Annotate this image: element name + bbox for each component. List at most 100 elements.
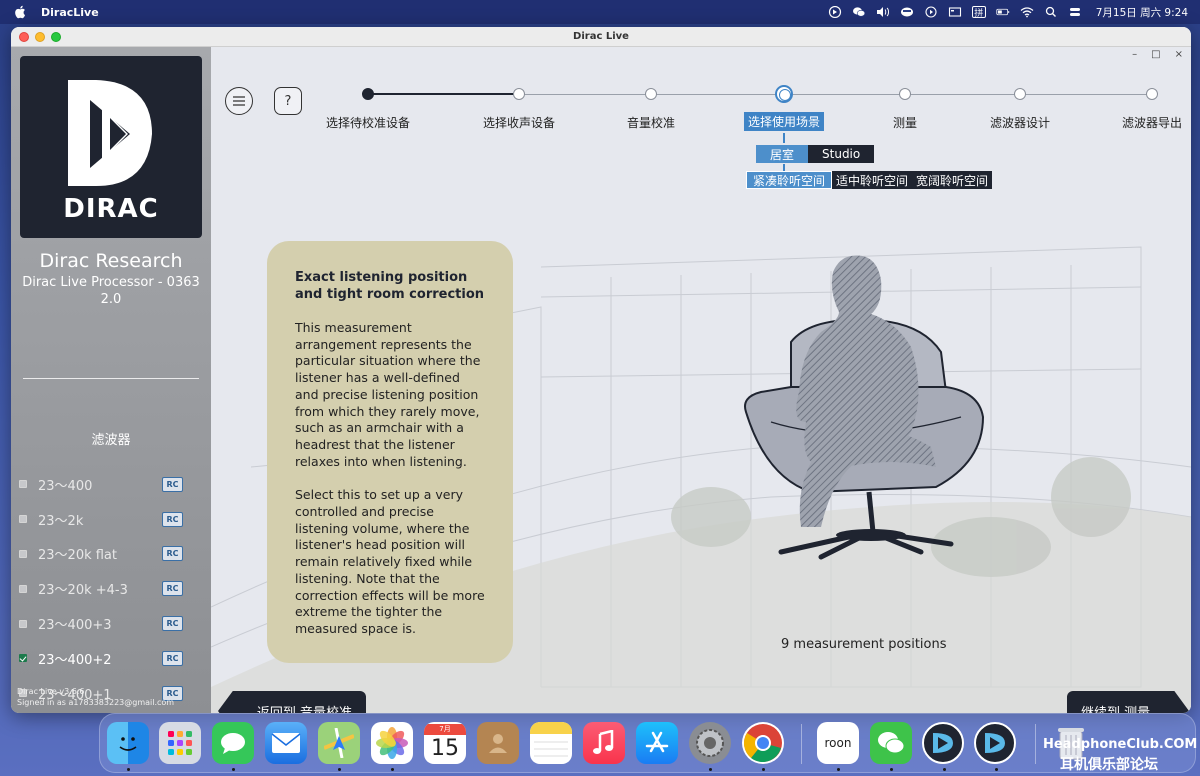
filter-item[interactable]: 23～20k flat RC <box>11 537 211 572</box>
sidebar: DIRAC Dirac Research Dirac Live Processo… <box>11 47 211 713</box>
wifi-icon[interactable] <box>1020 6 1034 18</box>
step-indicator[interactable] <box>1014 88 1026 100</box>
filter-checkbox[interactable] <box>19 654 27 663</box>
photos-icon[interactable] <box>371 722 413 764</box>
step-label[interactable]: 选择收声设备 <box>483 114 555 131</box>
stepper-progress <box>368 93 519 95</box>
step-indicator[interactable] <box>775 85 793 103</box>
running-indicator <box>338 768 341 771</box>
running-indicator <box>837 768 840 771</box>
battery-icon[interactable] <box>996 6 1010 18</box>
roon-icon[interactable]: roon <box>817 722 859 764</box>
menu-button[interactable] <box>225 87 253 115</box>
system-settings-icon[interactable] <box>689 722 731 764</box>
zoom-window-button[interactable] <box>51 32 61 42</box>
maximize-icon[interactable]: □ <box>1151 49 1160 60</box>
dirac-icon[interactable] <box>922 722 964 764</box>
finder-icon[interactable] <box>107 722 149 764</box>
step-indicator[interactable] <box>362 88 374 100</box>
messages-icon[interactable] <box>212 722 254 764</box>
option-studio[interactable]: Studio <box>808 145 875 163</box>
next-button[interactable]: 继续到 测量 <box>1067 691 1189 713</box>
filter-checkbox[interactable] <box>19 480 27 489</box>
running-indicator <box>391 768 394 771</box>
play-icon[interactable] <box>924 6 938 18</box>
scene-connector <box>783 133 785 143</box>
running-indicator <box>127 768 130 771</box>
filter-item[interactable]: 23～400+2 RC <box>11 641 211 676</box>
wechat-menu-icon[interactable] <box>852 6 866 18</box>
filter-name[interactable]: 23～400+3 <box>38 614 112 633</box>
minimize-window-button[interactable] <box>35 32 45 42</box>
filter-list: 23～400 RC 23～2k RC 23～20k flat RC 23～20k +4-3 R… <box>11 467 211 711</box>
dirac-menu-icon[interactable] <box>828 6 842 18</box>
step-label[interactable]: 选择待校准设备 <box>326 114 410 131</box>
cloud-icon[interactable] <box>900 6 914 18</box>
date-time[interactable]: 7月15日 周六 9:24 <box>1096 5 1188 20</box>
watermark-forum: 耳机俱乐部论坛 <box>1060 757 1158 773</box>
apple-icon[interactable] <box>13 5 27 19</box>
filter-checkbox[interactable] <box>19 619 27 628</box>
step-label[interactable]: 音量校准 <box>627 114 675 131</box>
search-icon[interactable] <box>1044 6 1058 18</box>
option-home[interactable]: 居室 <box>756 145 809 163</box>
back-button[interactable]: 返回到 音量校准 <box>218 691 366 713</box>
filter-item[interactable]: 23～400 RC <box>11 467 211 502</box>
step-label[interactable]: 选择使用场景 <box>743 112 825 131</box>
close-icon[interactable]: × <box>1175 49 1183 60</box>
running-indicator <box>232 768 235 771</box>
option-compact-space[interactable]: 紧凑聆听空间 <box>746 171 833 189</box>
screen-icon[interactable] <box>948 6 962 18</box>
step-label[interactable]: 测量 <box>893 114 917 131</box>
option-wide-space[interactable]: 宽阔聆听空间 <box>912 171 993 189</box>
environment-options: 居室 Studio <box>756 145 875 163</box>
running-indicator <box>890 768 893 771</box>
rc-badge: RC <box>162 581 183 597</box>
app-version: Dirac Live v3.6.6 <box>17 687 85 696</box>
menu-app-name[interactable]: DiracLive <box>41 6 99 19</box>
main-content: – □ × ? 选择待校准设备 选择收声设备 音量校准 选择使用场景 测量 滤波器设计 滤波… <box>211 47 1191 713</box>
watermark-site: HeadphoneClub.COM <box>1043 737 1198 752</box>
calendar-icon[interactable]: 7月 15 <box>424 722 466 764</box>
app-store-icon[interactable] <box>636 722 678 764</box>
filter-item[interactable]: 23～2k RC <box>11 502 211 537</box>
filter-name[interactable]: 23～20k flat <box>38 544 117 563</box>
chrome-icon[interactable] <box>742 722 784 764</box>
step-indicator[interactable] <box>1146 88 1158 100</box>
filter-name[interactable]: 23～20k +4-3 <box>38 579 128 598</box>
window-title: Dirac Live <box>573 31 629 42</box>
close-window-button[interactable] <box>19 32 29 42</box>
minimize-icon[interactable]: – <box>1132 49 1137 60</box>
filter-checkbox[interactable] <box>19 515 27 524</box>
step-indicator[interactable] <box>513 88 525 100</box>
step-label[interactable]: 滤波器设计 <box>990 114 1050 131</box>
sidebar-divider <box>23 378 199 379</box>
filter-checkbox[interactable] <box>19 549 27 558</box>
rc-badge: RC <box>162 650 183 666</box>
maps-icon[interactable] <box>318 722 360 764</box>
mail-icon[interactable] <box>265 722 307 764</box>
filter-name[interactable]: 23～400 <box>38 475 92 494</box>
help-button[interactable]: ? <box>274 87 302 115</box>
launchpad-icon[interactable] <box>159 722 201 764</box>
step-indicator[interactable] <box>899 88 911 100</box>
wechat-icon[interactable] <box>870 722 912 764</box>
filter-item[interactable]: 23～400+3 RC <box>11 606 211 641</box>
step-indicator[interactable] <box>645 88 657 100</box>
filter-item[interactable]: 23～20k +4-3 RC <box>11 571 211 606</box>
volume-icon[interactable] <box>876 6 890 18</box>
ime-icon[interactable]: 拼 <box>971 6 986 19</box>
filter-checkbox[interactable] <box>19 584 27 593</box>
step-label[interactable]: 滤波器导出 <box>1122 114 1182 131</box>
control-center-icon[interactable] <box>1068 6 1082 18</box>
notes-icon[interactable] <box>530 722 572 764</box>
window-controls: – □ × <box>1132 49 1183 60</box>
calendar-month: 7月 <box>424 723 466 735</box>
music-icon[interactable] <box>583 722 625 764</box>
dirac-icon-2[interactable] <box>974 722 1016 764</box>
contacts-icon[interactable] <box>477 722 519 764</box>
filter-name[interactable]: 23～2k <box>38 510 83 529</box>
dock-separator-2 <box>1035 724 1036 764</box>
filter-name[interactable]: 23～400+2 <box>38 649 112 668</box>
option-medium-space[interactable]: 适中聆听空间 <box>832 171 913 189</box>
